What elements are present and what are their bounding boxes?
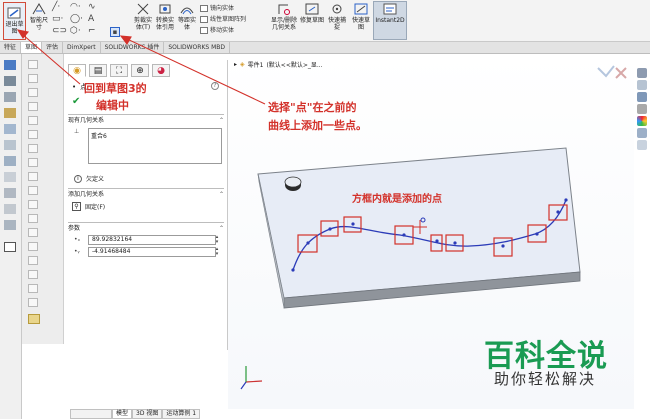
annotation-edit-in: 编辑中 (96, 99, 129, 112)
forum-icon[interactable] (637, 140, 647, 150)
arrowhead (16, 29, 30, 39)
bottom-view-tabs: 模型 3D 视图 运动算例 1 (70, 409, 201, 419)
file-explorer-icon[interactable] (637, 104, 647, 114)
tab-3d-view[interactable]: 3D 视图 (132, 409, 163, 419)
arrowhead (119, 35, 132, 45)
tab-motion-study[interactable]: 运动算例 1 (162, 409, 201, 419)
plate-top-face[interactable] (257, 147, 581, 299)
sketch-point[interactable] (556, 210, 560, 214)
task-pane-tabs (634, 66, 650, 156)
confirm-corner-cancel-icon[interactable] (615, 67, 627, 79)
sketch-point[interactable] (351, 222, 355, 226)
sketch-point[interactable] (306, 241, 310, 245)
sketch-point[interactable] (453, 241, 457, 245)
tab-model[interactable]: 模型 (112, 409, 133, 419)
sketch-point[interactable] (402, 233, 406, 237)
appearances-icon[interactable] (637, 116, 647, 126)
sketch-point[interactable] (564, 198, 568, 202)
annotation-select-point-1: 选择"点"在之前的 (268, 101, 357, 114)
coordinate-triad-icon (240, 366, 263, 390)
design-library-icon[interactable] (637, 92, 647, 102)
annotation-back-to-sketch: 回到草图3的 (84, 82, 147, 95)
sketch-point[interactable] (328, 227, 332, 231)
annotation-boxes-note: 方框内就是添加的点 (352, 194, 442, 205)
resources-icon[interactable] (637, 80, 647, 90)
sketch-point[interactable] (535, 232, 539, 236)
annotation-select-point-2: 曲线上添加一些点。 (268, 119, 367, 132)
home-icon[interactable] (637, 68, 647, 78)
sketch-point[interactable] (435, 239, 439, 243)
tab-scroll-placeholder[interactable] (70, 409, 112, 419)
custom-properties-icon[interactable] (637, 128, 647, 138)
arrow-to-exit-sketch (21, 33, 81, 85)
confirm-corner-ok-icon[interactable] (597, 65, 615, 78)
sketch-point[interactable] (291, 268, 295, 272)
hole-rim (284, 176, 302, 188)
solidworks-window: 退出草图 智能尺寸 ╱· ◠· ∿ ▭· ◯· A ⊂⊃ ⬡· ⌐ ▪ 剪裁实体… (0, 0, 650, 419)
sketch-point[interactable] (501, 244, 505, 248)
watermark-subtitle: 助你轻松解决 (494, 370, 597, 388)
